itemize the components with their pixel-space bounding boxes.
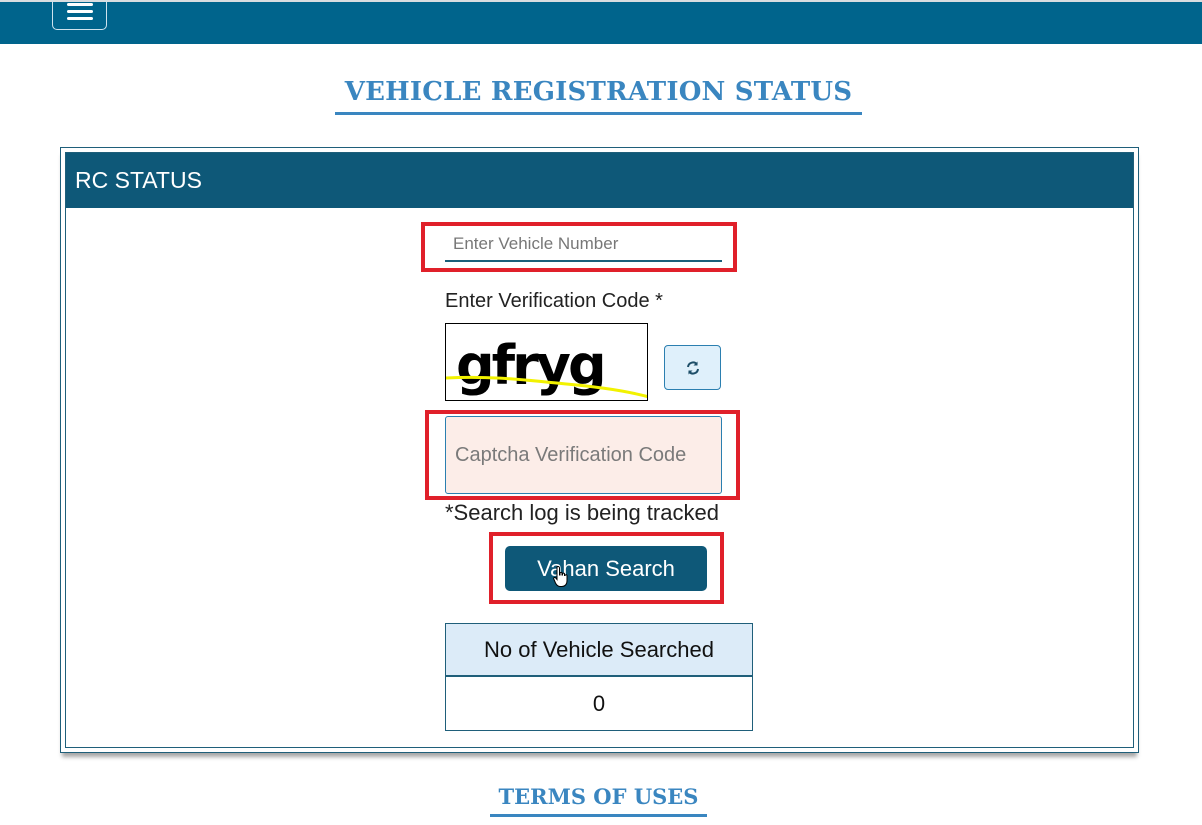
hamburger-menu-icon[interactable] bbox=[52, 0, 107, 30]
card-header-title: RC STATUS bbox=[75, 167, 202, 193]
verification-code-label: Enter Verification Code * bbox=[445, 290, 663, 312]
refresh-icon bbox=[687, 361, 699, 375]
captcha-text: gfryg bbox=[456, 334, 604, 397]
page-title: VEHICLE REGISTRATION STATUS bbox=[344, 77, 853, 107]
menu-line bbox=[67, 17, 93, 20]
captcha-graphic: gfryg bbox=[446, 334, 647, 399]
menu-line bbox=[67, 3, 93, 6]
top-navbar bbox=[0, 0, 1202, 44]
page-title-underline bbox=[335, 112, 862, 115]
search-tracking-note: *Search log is being tracked bbox=[445, 500, 719, 525]
refresh-captcha-button[interactable] bbox=[664, 345, 721, 390]
count-table-header: No of Vehicle Searched bbox=[446, 624, 752, 677]
menu-line bbox=[67, 10, 93, 13]
terms-link-underline bbox=[490, 814, 707, 817]
count-table-value: 0 bbox=[592, 691, 606, 716]
card-header bbox=[66, 153, 1133, 208]
terms-of-use-link[interactable]: TERMS OF USES bbox=[490, 783, 707, 811]
vehicle-search-count-table: No of Vehicle Searched 0 bbox=[445, 623, 753, 731]
highlight-box-vehicle-number bbox=[421, 222, 737, 272]
captcha-image: gfryg bbox=[445, 323, 648, 401]
highlight-box-captcha bbox=[425, 410, 740, 500]
highlight-box-search-button bbox=[489, 532, 724, 604]
